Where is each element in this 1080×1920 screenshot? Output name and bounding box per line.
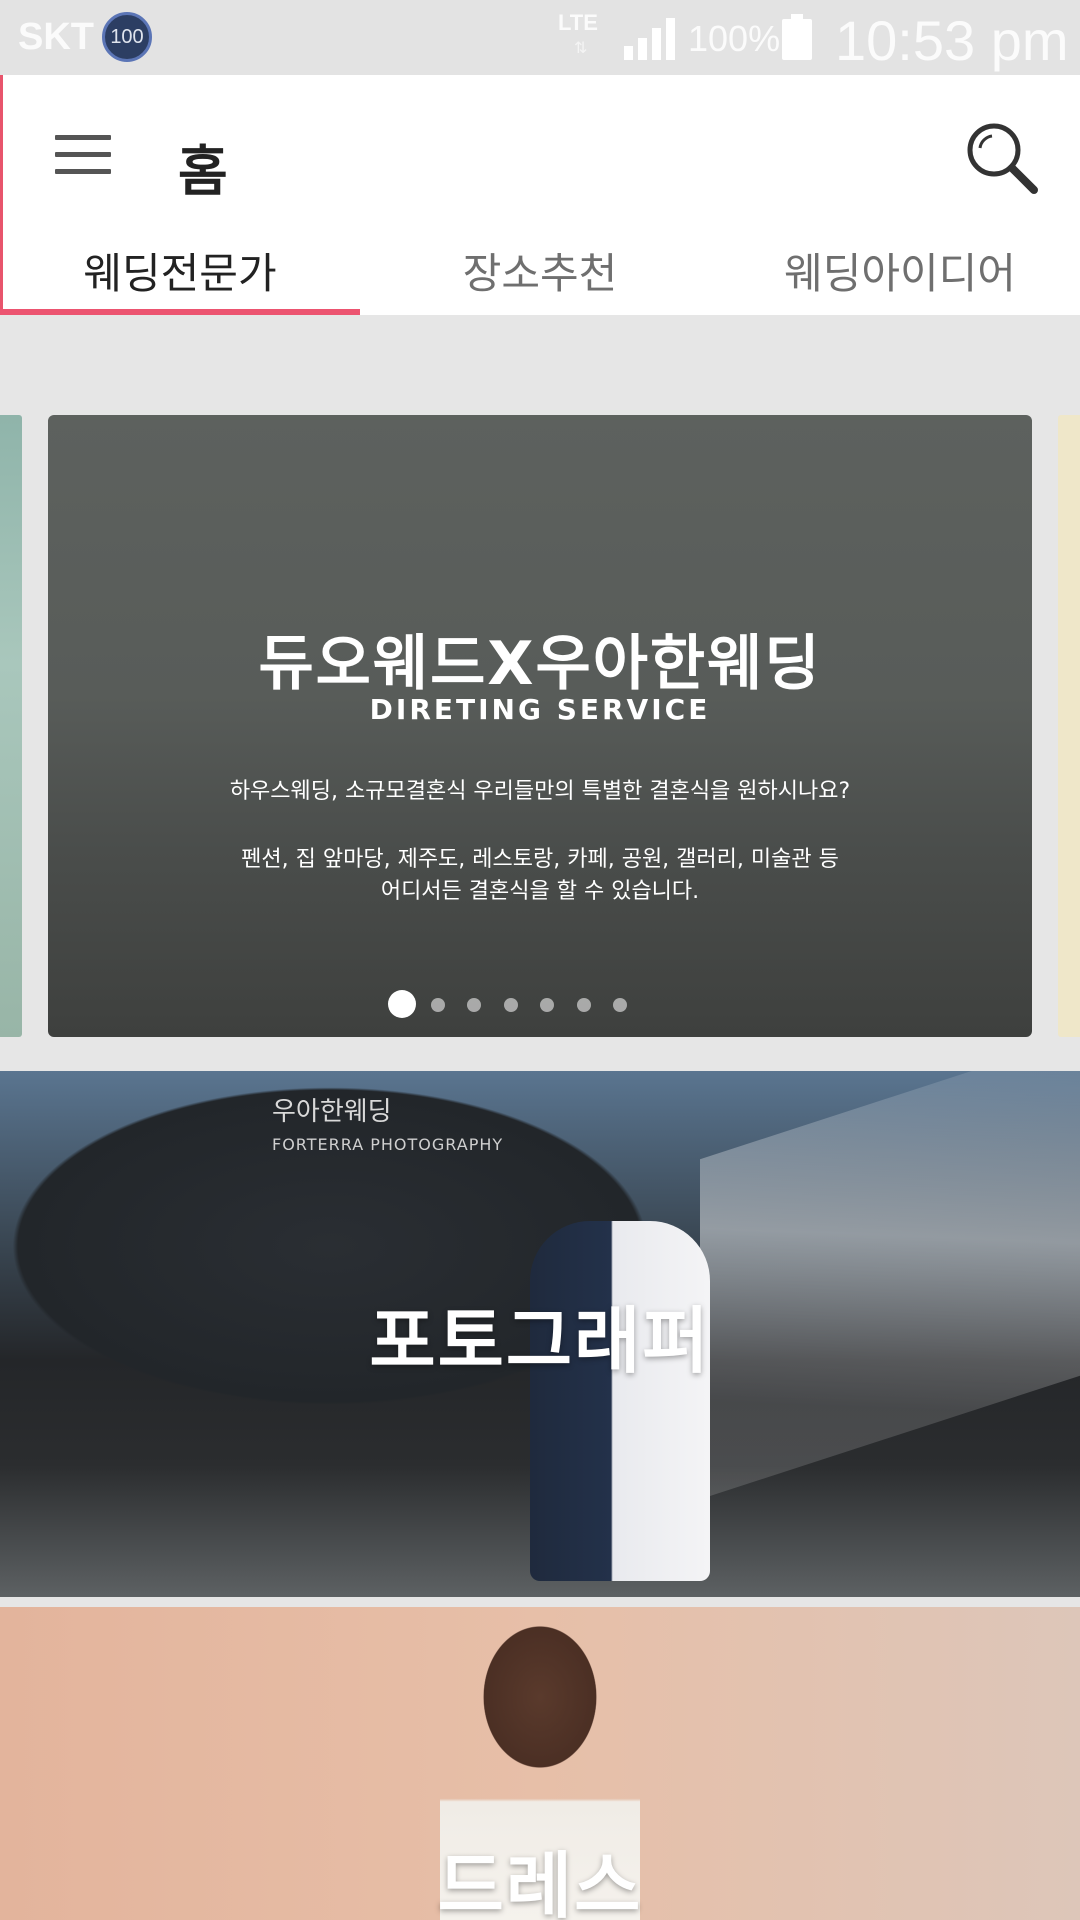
banner-description-line: 하우스웨딩, 소규모결혼식 우리들만의 특별한 결혼식을 원하시나요? — [229, 779, 851, 804]
page-dot[interactable] — [613, 998, 627, 1012]
category-card-photographer[interactable]: 우아한웨딩 FORTERRA PHOTOGRAPHY 포토그래퍼 — [0, 1071, 1080, 1597]
page-dot[interactable] — [540, 998, 554, 1012]
page-dot[interactable] — [504, 998, 518, 1012]
veil-photo-detail — [700, 1071, 1080, 1500]
banner-description-line: 어디서든 결혼식을 할 수 있습니다. — [380, 879, 700, 904]
banner-description-line: 펜션, 집 앞마당, 제주도, 레스토랑, 카페, 공원, 갤러리, 미술관 등 — [241, 847, 839, 872]
notification-badge-icon: 100 — [102, 12, 152, 62]
tab-label: 웨딩전문가 — [83, 248, 277, 298]
data-activity-icon: ⇅ — [574, 40, 588, 57]
watermark-logo: 우아한웨딩 — [272, 1097, 392, 1127]
banner-text-overlay: 듀오웨드X우아한웨딩 DIRETING SERVICE 하우스웨딩, 소규모결혼… — [48, 415, 1032, 1037]
battery-icon — [782, 14, 812, 60]
battery-percent-label: 100% — [688, 18, 781, 59]
clock-label: 10:53 pm — [835, 9, 1069, 72]
watermark-subtitle: FORTERRA PHOTOGRAPHY — [272, 1135, 504, 1154]
search-icon[interactable] — [962, 118, 1042, 198]
category-card-dress[interactable]: 드레스 — [0, 1607, 1080, 1920]
category-label: 드레스 — [437, 1844, 643, 1920]
tab-wedding-ideas[interactable]: 웨딩아이디어 — [720, 225, 1080, 315]
couple-photo — [530, 1221, 710, 1581]
network-type-label: LTE — [558, 10, 598, 35]
tab-label: 웨딩아이디어 — [784, 248, 1016, 298]
app-bar: 홈 웨딩전문가 장소추천 웨딩아이디어 — [0, 75, 1080, 315]
banner-headline: 듀오웨드X우아한웨딩 — [258, 629, 822, 699]
hamburger-menu-icon[interactable] — [42, 125, 122, 185]
promo-banner-carousel[interactable]: 듀오웨드X우아한웨딩 DIRETING SERVICE 하우스웨딩, 소규모결혼… — [48, 415, 1032, 1037]
page-dot[interactable] — [431, 998, 445, 1012]
page-dot[interactable] — [467, 998, 481, 1012]
carrier-label: SKT — [18, 16, 94, 58]
previous-banner-peek[interactable] — [0, 415, 22, 1037]
tab-wedding-experts[interactable]: 웨딩전문가 — [0, 225, 360, 315]
page-dot[interactable] — [577, 998, 591, 1012]
banner-subtitle: DIRETING SERVICE — [369, 693, 711, 726]
next-banner-peek[interactable] — [1058, 415, 1080, 1037]
status-bar: SKT 100 LTE ⇅ 100% 10:53 pm — [0, 0, 1080, 75]
tab-venue-recommendations[interactable]: 장소추천 — [360, 225, 720, 315]
tab-label: 장소추천 — [462, 248, 618, 298]
signal-strength-icon — [624, 18, 675, 60]
tab-bar: 웨딩전문가 장소추천 웨딩아이디어 — [0, 225, 1080, 315]
main-content[interactable]: 듀오웨드X우아한웨딩 DIRETING SERVICE 하우스웨딩, 소규모결혼… — [0, 315, 1080, 1920]
category-label: 포토그래퍼 — [369, 1298, 711, 1383]
page-dot-active[interactable] — [388, 990, 416, 1018]
page-title: 홈 — [178, 140, 228, 203]
